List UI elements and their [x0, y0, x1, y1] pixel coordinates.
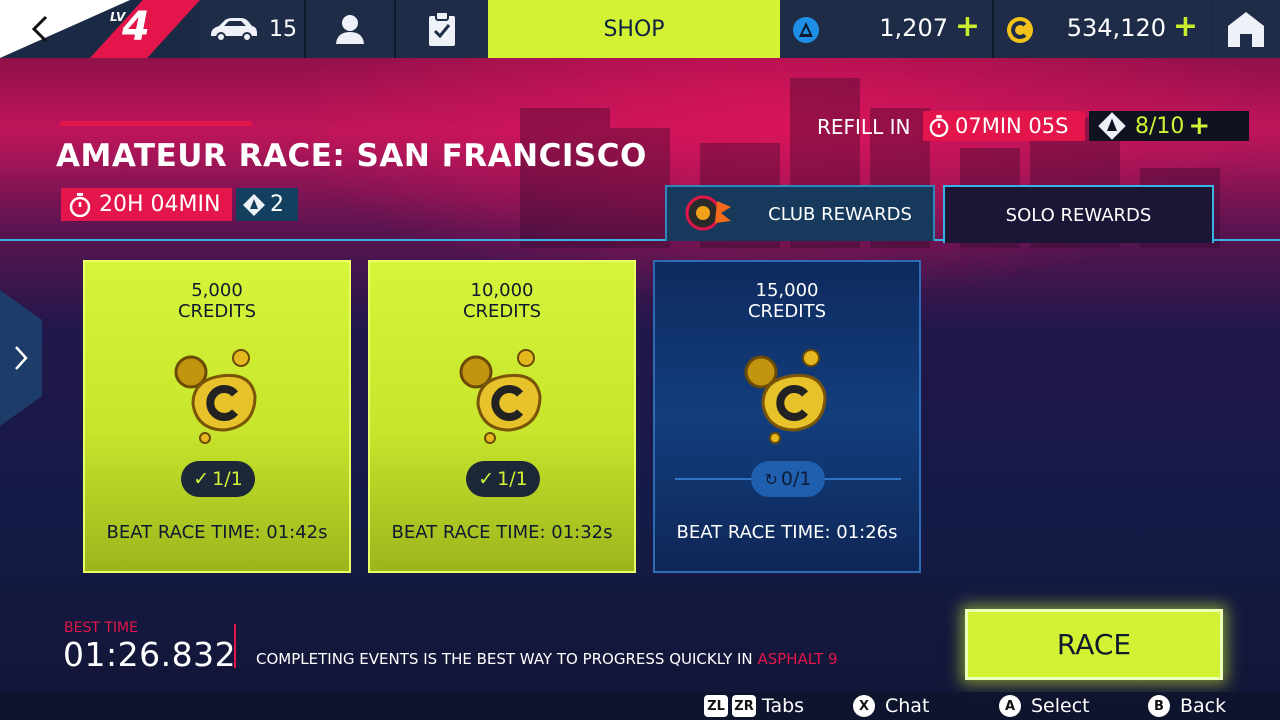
credits-coins-icon — [174, 349, 257, 444]
garage-button[interactable]: 15 — [200, 0, 306, 58]
zl-button-icon: ZL — [704, 695, 728, 717]
reward-progress: ✓ 1/1 — [181, 461, 255, 497]
fuel-ticket-icon — [1098, 112, 1126, 140]
reward-currency: CREDITS — [747, 301, 827, 322]
credits-value: 534,120 — [1066, 14, 1166, 42]
events-button[interactable] — [396, 0, 488, 58]
home-button[interactable] — [1212, 0, 1280, 58]
tab-solo-rewards[interactable]: SOLO REWARDS — [943, 185, 1214, 243]
credits-coins-icon — [744, 349, 827, 444]
hint-chat[interactable]: X Chat — [853, 694, 929, 718]
title-accent-bar — [60, 121, 252, 126]
reward-goal: BEAT RACE TIME: 01:42s — [106, 522, 328, 543]
add-credits-icon[interactable]: + — [1173, 9, 1198, 44]
fuel-value: 8/10 — [1135, 113, 1185, 139]
race-button[interactable]: RACE — [965, 609, 1223, 680]
reward-amount: 10,000 — [470, 280, 534, 301]
hint-select-label: Select — [1031, 695, 1090, 717]
car-icon — [211, 18, 257, 42]
reward-currency: CREDITS — [462, 301, 542, 322]
club-tire-icon — [685, 195, 731, 231]
add-fuel-icon[interactable]: + — [1188, 111, 1210, 141]
tip-body: COMPLETING EVENTS IS THE BEST WAY TO PRO… — [256, 650, 758, 668]
side-panel-toggle[interactable] — [0, 290, 42, 426]
checkmark-icon: ✓ — [193, 468, 210, 490]
event-title: AMATEUR RACE: SAN FRANCISCO — [56, 138, 647, 174]
reward-progress: ↻ 0/1 — [751, 461, 825, 497]
tab-club-rewards[interactable]: CLUB REWARDS — [665, 185, 935, 241]
reward-card-1[interactable]: 5,000 CREDITS ✓ 1/1 BEAT RACE TIME: 01:4… — [83, 260, 351, 573]
tokens-value: 1,207 — [879, 14, 948, 42]
tab-club-label: CLUB REWARDS — [768, 203, 912, 225]
event-time-left: 20H 04MIN — [99, 192, 221, 217]
hint-back-label: Back — [1180, 695, 1227, 717]
x-button-icon: X — [853, 695, 875, 717]
ticket-cost: 2 — [270, 192, 284, 217]
clipboard-check-icon — [429, 11, 455, 46]
refill-label: REFILL IN — [817, 115, 911, 139]
level-number: 4 — [122, 4, 150, 50]
reward-progress-value: 1/1 — [212, 468, 243, 490]
reward-card-2[interactable]: 10,000 CREDITS ✓ 1/1 BEAT RACE TIME: 01:… — [368, 260, 636, 573]
hint-select[interactable]: A Select — [999, 694, 1090, 718]
reward-goal: BEAT RACE TIME: 01:26s — [676, 522, 898, 543]
back-arrow-icon[interactable] — [26, 14, 56, 44]
best-time-label: BEST TIME — [64, 620, 138, 636]
refill-timer: 07MIN 05S — [923, 111, 1085, 141]
hint-back[interactable]: B Back — [1148, 694, 1226, 718]
best-time-divider — [234, 624, 236, 668]
profile-icon — [336, 15, 364, 44]
home-icon — [1228, 12, 1264, 47]
ticket-cost-badge: 2 — [236, 188, 298, 221]
refill-time-value: 07MIN 05S — [955, 114, 1069, 138]
fuel-counter[interactable]: 8/10 + — [1089, 111, 1249, 141]
credit-coin-icon — [1007, 17, 1033, 43]
reward-currency: CREDITS — [177, 301, 257, 322]
shop-button[interactable]: SHOP — [488, 0, 780, 58]
reward-progress-value: 1/1 — [497, 468, 528, 490]
reward-amount: 5,000 — [191, 280, 243, 301]
profile-button[interactable] — [306, 0, 396, 58]
add-tokens-icon[interactable]: + — [955, 9, 980, 44]
zr-button-icon: ZR — [732, 695, 756, 717]
reward-progress-value: 0/1 — [780, 468, 812, 490]
chevron-right-icon — [15, 346, 28, 370]
tab-solo-label: SOLO REWARDS — [1005, 204, 1152, 226]
reward-card-3[interactable]: 15,000 CREDITS ↻ 0/1 BEAT RACE TIME: 01:… — [653, 260, 921, 573]
refresh-icon: ↻ — [764, 469, 778, 489]
stopwatch-icon — [929, 115, 949, 137]
reward-amount: 15,000 — [755, 280, 819, 301]
stopwatch-icon — [69, 192, 91, 217]
hint-tabs[interactable]: ZL ZR Tabs — [704, 694, 804, 718]
credits-display[interactable]: 534,120 + — [994, 0, 1210, 58]
hint-tabs-label: Tabs — [762, 695, 805, 717]
credits-coins-icon — [459, 349, 542, 444]
reward-goal: BEAT RACE TIME: 01:32s — [391, 522, 613, 543]
token-icon — [793, 17, 819, 43]
a-button-icon: A — [999, 695, 1021, 717]
hint-chat-label: Chat — [885, 695, 930, 717]
event-timer-badge: 20H 04MIN — [61, 188, 232, 221]
checkmark-icon: ✓ — [478, 468, 495, 490]
cars-count: 15 — [269, 16, 297, 42]
tip-game-name: ASPHALT 9 — [757, 650, 838, 668]
reward-progress: ✓ 1/1 — [466, 461, 540, 497]
best-time-value: 01:26.832 — [63, 635, 237, 674]
b-button-icon: B — [1148, 695, 1170, 717]
tip-text: COMPLETING EVENTS IS THE BEST WAY TO PRO… — [256, 650, 838, 668]
fuel-ticket-icon — [243, 193, 265, 216]
tokens-display[interactable]: 1,207 + — [780, 0, 994, 58]
